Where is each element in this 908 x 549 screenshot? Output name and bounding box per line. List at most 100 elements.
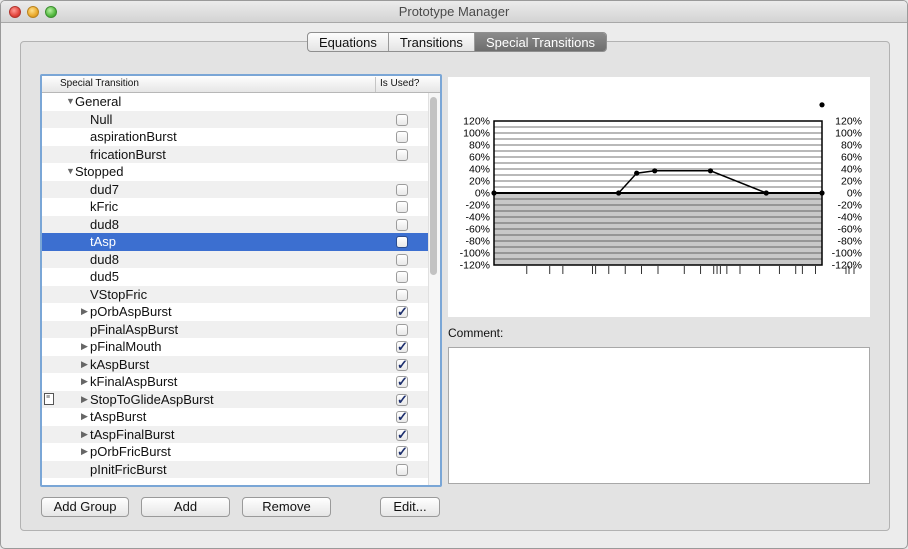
y-tick-label-right: 80%	[841, 140, 862, 152]
disclosure-collapsed-icon[interactable]: ▶	[81, 306, 88, 317]
disclosure-expanded-icon[interactable]: ▼	[66, 166, 75, 176]
edit-button[interactable]: Edit...	[380, 497, 440, 517]
y-tick-label-left: 120%	[463, 116, 490, 128]
disclosure-collapsed-icon[interactable]: ▶	[81, 341, 88, 352]
is-used-checkbox[interactable]	[396, 236, 408, 248]
add-button[interactable]: Add	[141, 497, 230, 517]
table-row[interactable]: dud8	[42, 215, 428, 233]
data-point	[491, 190, 497, 196]
is-used-checkbox[interactable]	[396, 271, 408, 283]
row-label: kFinalAspBurst	[90, 374, 178, 389]
row-label: dud7	[90, 181, 119, 197]
is-used-checkbox[interactable]: ✓	[396, 358, 408, 371]
prototype-manager-window: Prototype Manager Equations Transitions Sp…	[0, 0, 908, 549]
table-row[interactable]: tAsp	[42, 233, 428, 251]
is-used-checkbox[interactable]	[396, 201, 408, 213]
column-header-special-transition[interactable]: Special Transition	[60, 78, 139, 89]
y-tick-label-right: -40%	[837, 212, 862, 224]
table-row[interactable]: ▶ kFinalAspBurst ✓	[42, 373, 428, 391]
window-title: Prototype Manager	[398, 4, 510, 19]
table-row[interactable]: Null	[42, 110, 428, 128]
table-row[interactable]: pInitFricBurst	[42, 460, 428, 478]
y-tick-label-left: -120%	[460, 260, 490, 272]
row-label: pOrbFricBurst	[90, 444, 171, 459]
table-row[interactable]: ▶ pFinalMouth ✓	[42, 338, 428, 356]
is-used-checkbox[interactable]	[396, 113, 408, 126]
special-transitions-table[interactable]: Special Transition Is Used? ▼ General Null…	[40, 74, 442, 487]
group-row[interactable]: ▼ Stopped	[42, 163, 428, 181]
y-tick-label-right: 120%	[835, 116, 862, 128]
column-header-is-used[interactable]: Is Used?	[380, 78, 419, 89]
table-row[interactable]: dud5	[42, 268, 428, 286]
is-used-checkbox[interactable]: ✓	[396, 340, 408, 353]
table-row[interactable]: ▶ pOrbFricBurst ✓	[42, 443, 428, 461]
table-row[interactable]: dud8	[42, 250, 428, 268]
transition-graph[interactable]: 120% 120% 100% 100% 80% 80% 60% 60% 40% 40% 20% 20%…	[448, 77, 870, 317]
disclosure-collapsed-icon[interactable]: ▶	[81, 394, 88, 405]
group-row[interactable]: ▼ General	[42, 93, 428, 111]
disclosure-collapsed-icon[interactable]: ▶	[81, 359, 88, 370]
row-label: kAspBurst	[90, 356, 150, 372]
row-label: pInitFricBurst	[90, 461, 167, 477]
disclosure-collapsed-icon[interactable]: ▶	[81, 446, 88, 457]
comment-textarea[interactable]	[448, 347, 870, 484]
table-row[interactable]: VStopFric	[42, 285, 428, 303]
y-tick-label-right: -120%	[832, 260, 862, 272]
is-used-checkbox[interactable]: ✓	[396, 445, 408, 458]
data-point	[652, 168, 658, 174]
is-used-checkbox[interactable]	[396, 323, 408, 336]
table-row[interactable]: dud7	[42, 180, 428, 198]
table-row[interactable]: kFric	[42, 198, 428, 216]
y-tick-label-right: -100%	[832, 248, 862, 260]
tab-transitions[interactable]: Transitions	[389, 33, 475, 51]
table-row[interactable]: ▶ tAspFinalBurst ✓	[42, 425, 428, 443]
data-point	[616, 190, 622, 196]
is-used-checkbox[interactable]	[396, 183, 408, 196]
table-row[interactable]: pFinalAspBurst	[42, 320, 428, 338]
is-used-checkbox[interactable]	[396, 253, 408, 266]
is-used-checkbox[interactable]	[396, 218, 408, 231]
is-used-checkbox[interactable]: ✓	[396, 410, 408, 423]
is-used-checkbox[interactable]: ✓	[396, 428, 408, 441]
table-row[interactable]: aspirationBurst	[42, 128, 428, 146]
is-used-checkbox[interactable]: ✓	[396, 305, 408, 318]
disclosure-expanded-icon[interactable]: ▼	[66, 96, 75, 106]
y-tick-label-right: 0%	[847, 188, 862, 200]
disclosure-collapsed-icon[interactable]: ▶	[81, 429, 88, 440]
is-used-checkbox[interactable]	[396, 131, 408, 143]
y-tick-label-right: 20%	[841, 176, 862, 188]
table-row[interactable]: fricationBurst	[42, 145, 428, 163]
row-label: pFinalMouth	[90, 339, 162, 354]
remove-button[interactable]: Remove	[242, 497, 331, 517]
table-header: Special Transition Is Used?	[42, 76, 440, 93]
series-line	[494, 170, 822, 194]
table-row[interactable]: ▶ kAspBurst ✓	[42, 355, 428, 373]
note-icon: ≡	[44, 392, 54, 405]
y-tick-label-left: -100%	[460, 248, 490, 260]
table-row[interactable]: ≡ ▶ StopToGlideAspBurst ✓	[42, 390, 428, 408]
table-row[interactable]: ▶ tAspBurst ✓	[42, 408, 428, 426]
row-label: fricationBurst	[90, 146, 166, 162]
y-tick-label-left: 60%	[469, 152, 490, 164]
is-used-checkbox[interactable]: ✓	[396, 375, 408, 388]
data-point	[819, 190, 825, 196]
y-tick-label-right: 60%	[841, 152, 862, 164]
is-used-checkbox[interactable]	[396, 148, 408, 161]
table-row[interactable]: ▶ pOrbAspBurst ✓	[42, 303, 428, 321]
row-label: VStopFric	[90, 286, 148, 302]
y-tick-label-right: -80%	[837, 236, 862, 248]
disclosure-collapsed-icon[interactable]: ▶	[81, 411, 88, 422]
y-tick-label-left: -80%	[465, 236, 490, 248]
disclosure-collapsed-icon[interactable]: ▶	[81, 376, 88, 387]
table-rows: ▼ General Null aspirationBurst fricationBurs…	[42, 93, 428, 478]
scrollbar-thumb[interactable]	[430, 97, 437, 275]
is-used-checkbox[interactable]	[396, 463, 408, 476]
y-tick-label-left: -60%	[465, 224, 490, 236]
tab-special-transitions[interactable]: Special Transitions	[474, 33, 607, 51]
tab-equations[interactable]: Equations	[308, 33, 389, 51]
is-used-checkbox[interactable]	[396, 288, 408, 301]
add-group-button[interactable]: Add Group	[41, 497, 129, 517]
row-label: aspirationBurst	[90, 129, 177, 144]
is-used-checkbox[interactable]: ✓	[396, 393, 408, 406]
data-point	[763, 190, 769, 196]
